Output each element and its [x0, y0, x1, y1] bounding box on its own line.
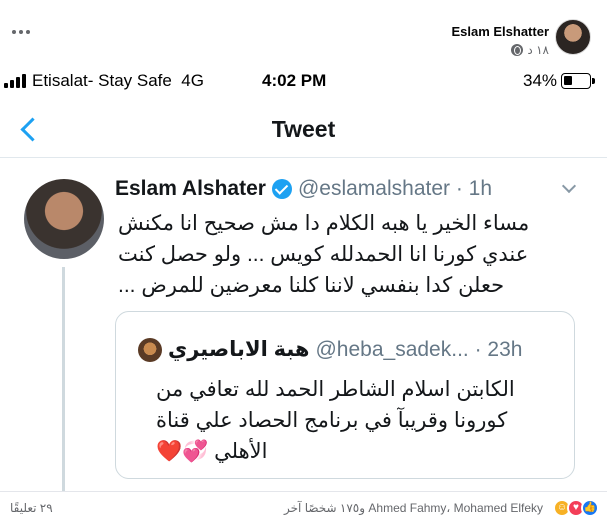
post-time[interactable]: ١٨ د: [527, 43, 549, 57]
battery-percent: 34%: [523, 71, 558, 90]
post-author-name[interactable]: Eslam Elshatter: [451, 24, 549, 39]
tweet-text: مساء الخير يا هبه الكلام دا مش صحيح انا …: [118, 212, 530, 297]
reactors-summary[interactable]: Ahmed Fahmy، Mohamed Elfeky و١٧٥ شخصًا آ…: [284, 501, 543, 515]
tweet-author-row: Eslam Alshater @eslamalshater · 1h: [115, 177, 492, 201]
quoted-author-avatar: [138, 337, 162, 362]
globe-icon: [511, 44, 524, 56]
tweet-author-name: Eslam Alshater: [115, 177, 266, 200]
quoted-author-handle: @heba_sadek... · 23h: [315, 337, 523, 361]
quoted-author-name: هبة الاباصيري: [168, 338, 310, 361]
quoted-tweet-header: هبة الاباصيري @heba_sadek... · 23h: [138, 337, 522, 362]
fb-post-header: Eslam Elshatter ١٨ د: [0, 0, 607, 62]
carrier-text: Etisalat- Stay Safe 4G: [32, 71, 204, 90]
quoted-tweet-text: الكابتن اسلام الشاطر الحمد لله تعافي من …: [156, 378, 515, 463]
post-meta: ١٨ د: [511, 43, 549, 57]
comments-count[interactable]: ٢٩ تعليقًا: [10, 501, 53, 515]
twitter-nav-bar: Tweet: [0, 100, 607, 158]
battery-icon: [561, 73, 595, 89]
phone-status-bar: Etisalat- Stay Safe 4G 4:02 PM 34%: [0, 62, 607, 100]
fb-post-footer: ٢٩ تعليقًا Ahmed Fahmy، Mohamed Elfeky و…: [0, 491, 607, 521]
tweet-author-avatar: [24, 179, 104, 259]
verified-badge-icon: [271, 179, 292, 199]
post-author-avatar[interactable]: [555, 19, 591, 55]
page-title: Tweet: [271, 116, 336, 142]
quoted-tweet: هبة الاباصيري @heba_sadek... · 23h الكاب…: [115, 311, 575, 479]
thread-line: [62, 267, 65, 491]
more-options-icon[interactable]: [12, 28, 32, 36]
like-icon: 👍: [581, 499, 599, 517]
reaction-icons[interactable]: 👍 ♥ ☺: [553, 499, 599, 517]
status-time: 4:02 PM: [262, 71, 327, 90]
chevron-down-icon: [562, 181, 576, 195]
tweet-author-handle: @eslamalshater · 1h: [297, 177, 493, 200]
signal-icon: [4, 74, 26, 88]
tweet-screenshot-image[interactable]: Etisalat- Stay Safe 4G 4:02 PM 34% Tweet…: [0, 62, 607, 491]
